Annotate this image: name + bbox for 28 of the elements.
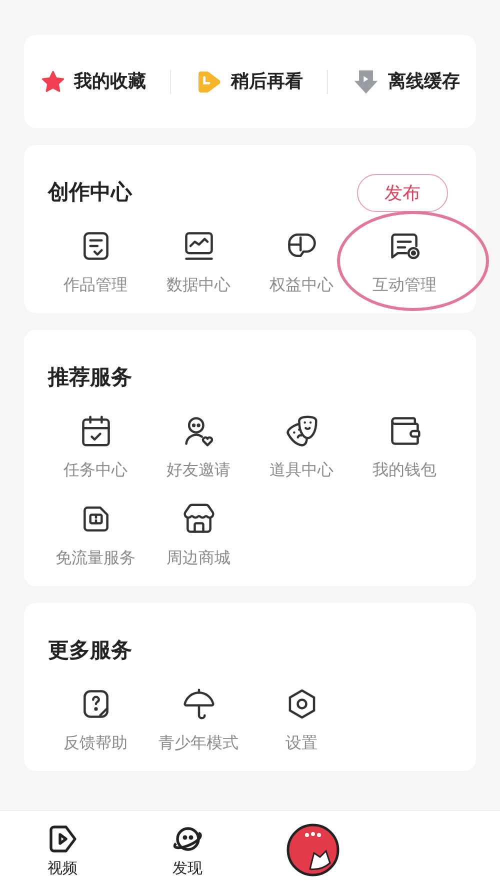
service-label[interactable]: 周边商城 [166,546,230,570]
tab-item[interactable]: 视频 [0,820,125,880]
quick-link[interactable]: 我的收藏 [74,68,146,95]
service-label[interactable]: 道具中心 [270,458,334,482]
service-label[interactable]: 好友邀请 [166,458,230,482]
avatar-icon[interactable] [286,823,340,877]
tab-item[interactable]: 发现 [125,820,250,880]
quick-link[interactable]: 稍后再看 [231,68,303,95]
section-title: 推荐服务 [46,364,132,392]
download-icon [352,68,380,96]
service-label[interactable]: 权益中心 [270,273,334,297]
star-icon [40,68,66,94]
umbrella-icon [182,687,216,721]
service-label[interactable]: 任务中心 [64,458,128,482]
service-label[interactable]: 作品管理 [64,273,128,297]
service-label[interactable]: 免流量服务 [56,546,136,570]
publish-button[interactable]: 发布 [357,174,448,212]
section-title: 更多服务 [47,637,132,664]
quick-link[interactable]: 离线缓存 [388,68,460,95]
service-label[interactable]: 我的钱包 [372,458,436,482]
service-label[interactable]: 反馈帮助 [64,731,128,755]
masks-icon [284,414,318,448]
section-title: 创作中心 [46,179,132,206]
service-label[interactable]: 数据中心 [166,273,230,297]
service-label[interactable]: 互动管理 [372,273,436,297]
service-label[interactable]: 设置 [286,731,318,755]
service-label[interactable]: 青少年模式 [158,731,238,755]
store-icon [182,502,216,536]
